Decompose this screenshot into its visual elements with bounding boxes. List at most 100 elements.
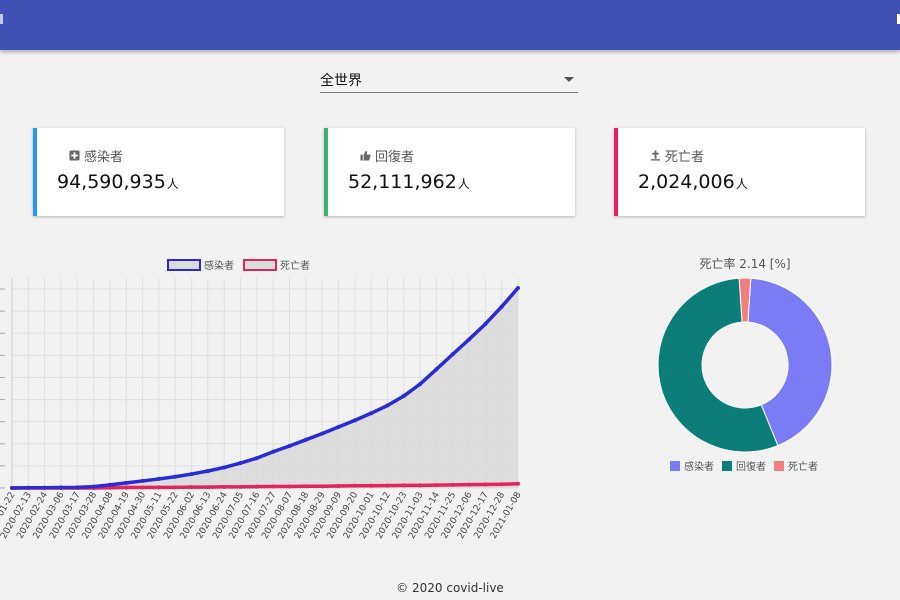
infected-point xyxy=(499,304,504,309)
infected-point xyxy=(189,472,194,477)
death-number: 2,024,006 xyxy=(638,171,735,193)
death-point xyxy=(450,482,455,487)
infected-point xyxy=(42,485,47,490)
infected-point xyxy=(10,486,14,490)
infected-label-text: 感染者 xyxy=(84,150,124,165)
infected-point xyxy=(320,431,325,436)
thumbs-up-icon xyxy=(360,150,371,161)
death-point xyxy=(434,483,439,488)
death-point xyxy=(516,481,520,486)
infected-point xyxy=(222,465,227,470)
infected-point xyxy=(124,480,129,485)
recovered-label-text: 回復者 xyxy=(375,150,415,165)
legend-swatch-1 xyxy=(243,259,277,271)
cross-marker-icon xyxy=(650,150,661,161)
infected-point xyxy=(254,456,259,461)
cases-line-chart: 感染者 死亡者 2020-01-22 2020-02-13 2020-02-24 2020… xyxy=(0,252,530,552)
death-value: 2,024,006人 xyxy=(638,171,748,193)
legend-label-1: 死亡者 xyxy=(280,259,310,272)
legend-label-0: 感染者 xyxy=(204,259,234,272)
death-point xyxy=(189,485,194,490)
recovered-number: 52,111,962 xyxy=(348,171,457,193)
recovered-card-accent xyxy=(324,128,328,216)
recovered-value: 52,111,962人 xyxy=(348,171,470,193)
infected-point xyxy=(369,411,374,416)
infected-point xyxy=(238,461,243,466)
menu-icon[interactable] xyxy=(0,14,3,24)
death-point xyxy=(303,484,308,489)
death-point xyxy=(205,485,210,490)
infected-unit: 人 xyxy=(166,177,179,191)
death-point xyxy=(418,483,423,488)
cases-line-chart-svg: 感染者 死亡者 2020-01-222020-02-132020-02-242020… xyxy=(0,259,524,541)
death-point xyxy=(336,484,341,489)
infected-point xyxy=(303,437,308,442)
infected-point xyxy=(91,484,96,489)
infected-point xyxy=(287,444,292,448)
death-label-text: 死亡者 xyxy=(665,150,705,165)
death-card-label: 死亡者 xyxy=(650,146,704,165)
infected-point xyxy=(156,476,161,481)
chart-legend: 感染者 死亡者 xyxy=(167,259,310,272)
ratio-donut-chart: 死亡率 2.14 [%] 感染者 回復者 死亡者 xyxy=(640,252,850,482)
infected-point xyxy=(58,485,63,490)
infected-card-accent xyxy=(33,128,37,216)
infected-card-label: 感染者 xyxy=(69,146,123,165)
infected-point xyxy=(271,449,276,454)
death-unit: 人 xyxy=(735,177,748,191)
donut-legend-swatch-0 xyxy=(670,461,680,471)
infected-number: 94,590,935 xyxy=(57,171,166,193)
infected-point xyxy=(418,382,423,387)
footer-copyright: © 2020 covid-live xyxy=(396,581,504,595)
death-point xyxy=(271,484,276,489)
infected-value: 94,590,935人 xyxy=(57,171,179,193)
donut-title: 死亡率 2.14 [%] xyxy=(699,256,790,271)
death-card: 死亡者 2,024,006人 xyxy=(614,128,865,216)
infected-point xyxy=(352,418,357,423)
infected-point xyxy=(205,468,210,473)
death-point xyxy=(499,482,504,487)
recovered-card-label: 回復者 xyxy=(360,146,414,165)
death-point xyxy=(401,483,406,488)
death-point xyxy=(467,482,472,487)
death-point xyxy=(369,483,374,488)
death-point xyxy=(483,482,488,487)
recovered-unit: 人 xyxy=(457,177,470,191)
recovered-card: 回復者 52,111,962人 xyxy=(324,128,575,216)
region-select[interactable]: 全世界 xyxy=(320,68,578,93)
infected-point xyxy=(450,352,455,357)
death-point xyxy=(287,484,292,489)
death-point xyxy=(352,483,357,488)
donut-legend: 感染者 回復者 死亡者 xyxy=(670,460,818,473)
death-card-accent xyxy=(614,128,618,216)
donut-legend-label-2: 死亡者 xyxy=(788,460,818,473)
death-point xyxy=(156,485,161,490)
death-point xyxy=(140,485,145,490)
donut-legend-swatch-1 xyxy=(722,461,732,471)
infected-point xyxy=(173,474,178,479)
infected-point xyxy=(434,367,439,372)
x-axis-labels: 2020-01-222020-02-132020-02-242020-03-06… xyxy=(0,490,524,541)
donut-legend-label-1: 回復者 xyxy=(736,460,766,473)
infected-point xyxy=(336,424,341,429)
death-point xyxy=(124,485,129,490)
hospital-cross-icon xyxy=(69,150,80,161)
donut-legend-label-0: 感染者 xyxy=(684,460,714,473)
infected-area xyxy=(12,287,518,488)
death-point xyxy=(385,483,390,488)
infected-point xyxy=(516,285,520,290)
infected-point xyxy=(385,403,390,408)
death-point xyxy=(254,484,259,489)
region-select-value: 全世界 xyxy=(320,73,362,89)
death-point xyxy=(173,485,178,490)
donut-legend-swatch-2 xyxy=(774,461,784,471)
infected-point xyxy=(401,394,406,399)
infected-card: 感染者 94,590,935人 xyxy=(33,128,284,216)
death-point xyxy=(238,484,243,489)
ratio-donut-chart-svg: 死亡率 2.14 [%] 感染者 回復者 死亡者 xyxy=(657,256,833,473)
legend-swatch-0 xyxy=(167,259,201,271)
infected-point xyxy=(26,485,31,490)
chevron-down-icon xyxy=(564,77,574,82)
death-point xyxy=(320,484,325,489)
infected-point xyxy=(483,321,488,326)
